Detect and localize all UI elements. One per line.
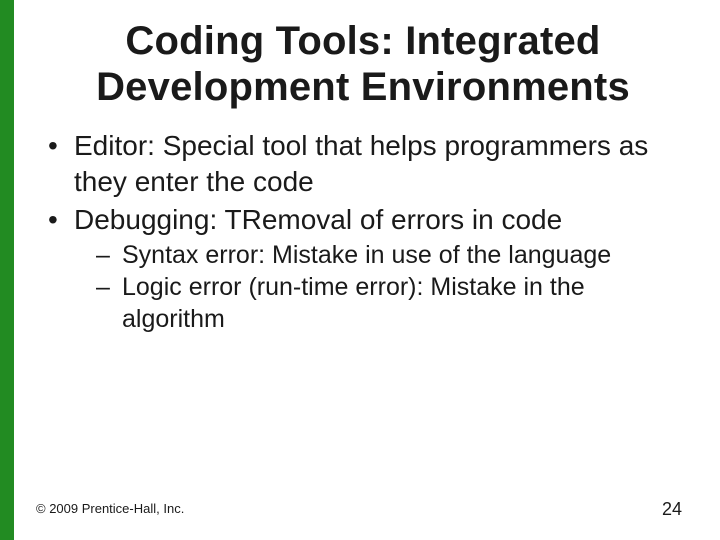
sub-bullet-list: Syntax error: Mistake in use of the lang… — [74, 239, 690, 335]
page-number: 24 — [662, 499, 682, 520]
bullet-text: Debugging: TRemoval of errors in code — [74, 204, 562, 235]
sub-bullet-item: Logic error (run-time error): Mistake in… — [96, 271, 690, 335]
slide-content: Coding Tools: Integrated Development Env… — [14, 0, 720, 540]
bullet-text: Editor: Special tool that helps programm… — [74, 130, 648, 197]
bullet-list: Editor: Special tool that helps programm… — [36, 128, 690, 335]
accent-bar — [0, 0, 14, 540]
bullet-item: Debugging: TRemoval of errors in code Sy… — [44, 202, 690, 336]
sub-bullet-item: Syntax error: Mistake in use of the lang… — [96, 239, 690, 271]
bullet-item: Editor: Special tool that helps programm… — [44, 128, 690, 200]
slide-title: Coding Tools: Integrated Development Env… — [36, 18, 690, 110]
sub-bullet-text: Logic error (run-time error): Mistake in… — [122, 273, 585, 333]
sub-bullet-text: Syntax error: Mistake in use of the lang… — [122, 241, 611, 269]
copyright-footer: © 2009 Prentice-Hall, Inc. — [36, 501, 184, 516]
